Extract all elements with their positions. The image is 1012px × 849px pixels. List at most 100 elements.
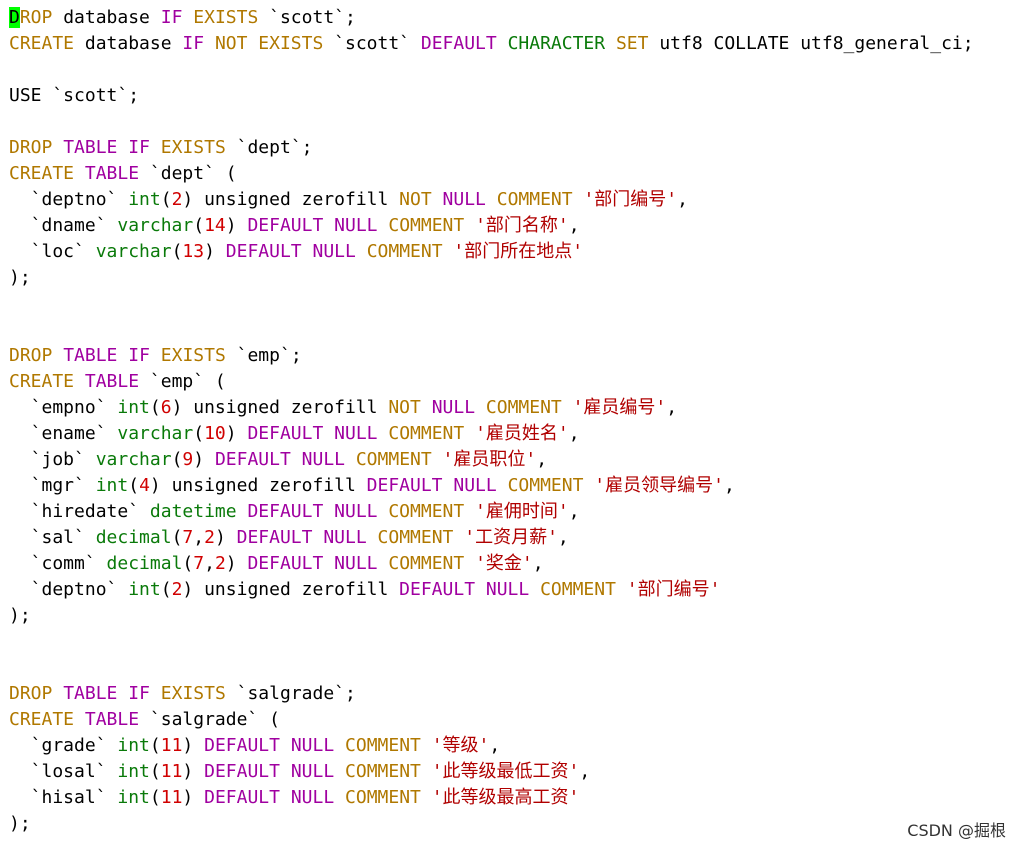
code-line[interactable]: `mgr` int(4) unsigned zerofill DEFAULT N… [9,473,974,499]
code-editor[interactable]: DROP database IF EXISTS `scott`; CREATE d… [0,0,1012,849]
code-line[interactable]: CREATE database IF NOT EXISTS `scott` DE… [9,31,974,57]
keyword-token: IF [128,345,150,366]
keyword-token: NULL [485,579,530,600]
code-line[interactable]: DROP database IF EXISTS `scott`; [9,5,974,31]
keyword-token: CREATE [9,33,75,54]
code-line[interactable]: `sal` decimal(7,2) DEFAULT NULL COMMENT … [9,525,974,551]
code-line[interactable]: `hisal` int(11) DEFAULT NULL COMMENT '此等… [9,785,974,811]
code-line[interactable] [9,629,974,655]
keyword-token: COMMENT [388,215,465,236]
cursor-char: D [9,7,20,28]
number-token: 2 [171,579,183,600]
code-line[interactable] [9,317,974,343]
keyword-token: DEFAULT [204,787,280,808]
code-line[interactable]: `hiredate` datetime DEFAULT NULL COMMENT… [9,499,974,525]
code-line[interactable]: DROP TABLE IF EXISTS `emp`; [9,343,974,369]
number-token: 7 [193,553,205,574]
code-line[interactable] [9,291,974,317]
code-line[interactable]: CREATE TABLE `salgrade` ( [9,707,974,733]
type-token: varchar [117,423,194,444]
number-token: 2 [171,189,183,210]
code-line[interactable]: ); [9,603,974,629]
keyword-token: TABLE [84,371,140,392]
code-line[interactable] [9,655,974,681]
code-line[interactable]: `grade` int(11) DEFAULT NULL COMMENT '等级… [9,733,974,759]
code-line[interactable]: DROP TABLE IF EXISTS `salgrade`; [9,681,974,707]
keyword-token: COMMENT [355,449,432,470]
code-line[interactable]: `deptno` int(2) unsigned zerofill DEFAUL… [9,577,974,603]
code-line[interactable]: `dname` varchar(14) DEFAULT NULL COMMENT… [9,213,974,239]
type-token: datetime [149,501,237,522]
keyword-token: DEFAULT [236,527,313,548]
code-line[interactable]: CREATE TABLE `emp` ( [9,369,974,395]
text-token: , [677,189,688,210]
code-line[interactable]: DROP TABLE IF EXISTS `dept`; [9,135,974,161]
type-token: int [128,579,161,600]
type-token: int [117,787,150,808]
type-token: varchar [117,215,194,236]
text-token: ) [225,553,248,574]
text-token: `ename` [9,423,118,444]
code-line[interactable] [9,57,974,83]
code-line[interactable]: `deptno` int(2) unsigned zerofill NOT NU… [9,187,974,213]
string-token: '工资月薪' [464,527,558,548]
code-line[interactable]: `losal` int(11) DEFAULT NULL COMMENT '此等… [9,759,974,785]
text-token: , [568,423,580,444]
code-line[interactable]: `comm` decimal(7,2) DEFAULT NULL COMMENT… [9,551,974,577]
code-line[interactable]: `ename` varchar(10) DEFAULT NULL COMMENT… [9,421,974,447]
text-token: ); [9,813,31,834]
text-token: utf8 COLLATE utf8_general_ci; [648,33,974,54]
keyword-token: DEFAULT [204,761,280,782]
keyword-token: TABLE [84,163,140,184]
keyword-token: IF [128,137,150,158]
keyword-token: IF [160,7,183,28]
text-token: `hisal` [9,787,118,808]
text-token: `dname` [9,215,118,236]
keyword-token: NULL [290,735,335,756]
code-area[interactable]: DROP database IF EXISTS `scott`; CREATE d… [9,5,974,837]
keyword-token: COMMENT [377,527,454,548]
code-line[interactable]: `empno` int(6) unsigned zerofill NOT NUL… [9,395,974,421]
text-token: ( [160,579,172,600]
text-token: , [204,553,215,574]
code-line[interactable]: ); [9,265,974,291]
keyword-token: DEFAULT [247,501,324,522]
code-line[interactable]: USE `scott`; [9,83,974,109]
text-token: ) [182,761,205,782]
text-token: ( [171,241,183,262]
keyword-token: CREATE [9,371,75,392]
text-token: ) [204,241,226,262]
code-line[interactable]: `loc` varchar(13) DEFAULT NULL COMMENT '… [9,239,974,265]
keyword-token: DEFAULT [399,579,476,600]
text-token: ) [182,735,205,756]
number-token: 11 [160,787,183,808]
string-token: '此等级最高工资' [431,787,580,808]
code-line[interactable]: ); [9,811,974,837]
code-line[interactable] [9,109,974,135]
watermark: CSDN @掘根 [907,821,1006,840]
text-token: ( [149,735,161,756]
code-line[interactable]: `job` varchar(9) DEFAULT NULL COMMENT '雇… [9,447,974,473]
keyword-token: DROP [9,345,53,366]
text-token: `dept` ( [139,163,237,184]
keyword-token: TABLE [84,709,140,730]
string-token: '雇员编号' [572,397,667,418]
keyword-token: CREATE [9,163,75,184]
type-token: decimal [106,553,183,574]
code-line[interactable]: CREATE TABLE `dept` ( [9,161,974,187]
